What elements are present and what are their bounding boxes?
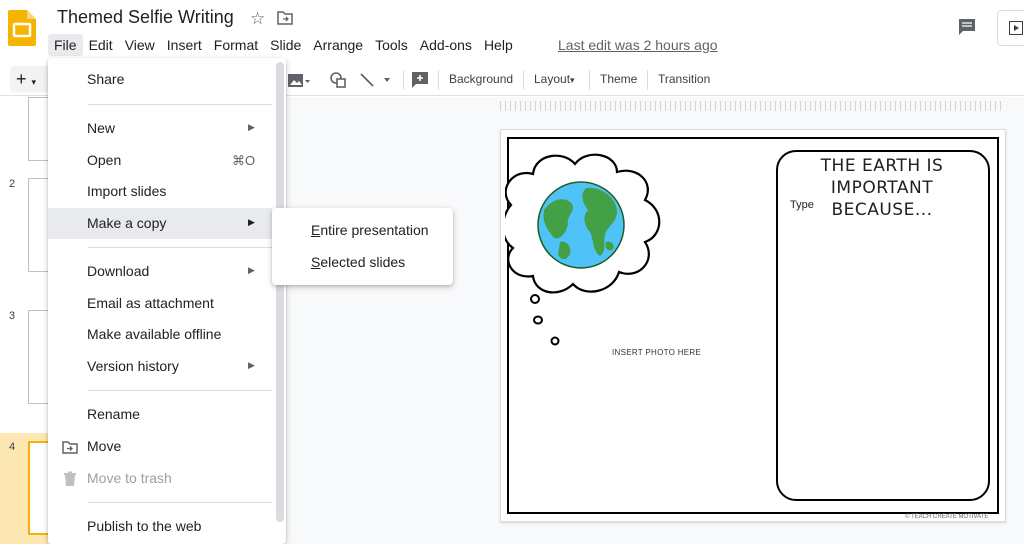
file-menu: Share New ▶ Open ⌘O Import slides Make a c… [48, 58, 286, 544]
menu-separator [88, 390, 272, 391]
submenu-arrow-icon: ▶ [248, 360, 255, 370]
theme-button[interactable]: Theme [600, 72, 637, 86]
menu-item-label-rest: elected slides [320, 254, 406, 270]
move-folder-icon [62, 441, 78, 454]
menu-separator [88, 247, 272, 248]
menu-item-label: Publish to the web [87, 518, 202, 534]
menu-arrange[interactable]: Arrange [307, 34, 369, 56]
photo-placeholder-text[interactable]: INSERT PHOTO HERE [612, 348, 701, 357]
present-icon [1009, 21, 1023, 35]
toolbar-divider [523, 70, 524, 90]
menu-scrollbar[interactable] [276, 62, 284, 522]
comment-icon[interactable] [957, 17, 977, 37]
present-button[interactable] [997, 10, 1024, 46]
card-text-placeholder[interactable]: Type [790, 199, 814, 211]
menu-separator [88, 104, 272, 105]
menu-insert[interactable]: Insert [161, 34, 208, 56]
mnemonic-letter: E [311, 222, 321, 238]
menu-item-label: Move [87, 438, 122, 454]
menu-item-download[interactable]: Download ▶ [48, 256, 272, 287]
chevron-down-icon: ▾ [31, 77, 37, 87]
document-title[interactable]: Themed Selfie Writing [57, 7, 234, 28]
menu-item-label: Download [87, 263, 150, 279]
shortcut-hint: ⌘O [232, 153, 256, 168]
slide-number: 2 [9, 178, 16, 190]
menu-slide[interactable]: Slide [264, 34, 307, 56]
ruler [500, 101, 1005, 111]
transition-button[interactable]: Transition [658, 72, 710, 86]
menu-item-move[interactable]: Move [48, 431, 272, 462]
menu-addons[interactable]: Add-ons [414, 34, 478, 56]
make-a-copy-submenu: Entire presentation Selected slides [272, 208, 453, 285]
menu-item-label: Entire presentation [311, 222, 429, 238]
menu-item-label-rest: ntire presentation [320, 222, 429, 238]
menu-item-label: New [87, 120, 116, 136]
menu-item-new[interactable]: New ▶ [48, 113, 272, 144]
menu-item-open[interactable]: Open ⌘O [48, 145, 272, 176]
background-button[interactable]: Background [449, 72, 513, 86]
menu-separator [88, 502, 272, 503]
menu-item-make-offline[interactable]: Make available offline [48, 319, 272, 350]
toolbar-divider [589, 70, 590, 90]
submenu-arrow-icon: ▶ [248, 217, 255, 227]
trash-icon [64, 471, 76, 486]
earth-icon [537, 181, 625, 269]
last-edit-link[interactable]: Last edit was 2 hours ago [558, 37, 718, 53]
menu-item-label: Rename [87, 406, 140, 422]
menu-item-label: Selected slides [311, 254, 405, 270]
menu-tools[interactable]: Tools [369, 34, 414, 56]
submenu-arrow-icon: ▶ [248, 265, 255, 275]
menu-item-label: Make a copy [87, 215, 167, 231]
card-title-line: THE EARTH IS IMPORTANT [820, 156, 944, 198]
menu-item-label: Open [87, 152, 122, 168]
toolbar-divider [403, 70, 404, 90]
menu-view[interactable]: View [119, 34, 161, 56]
menu-item-rename[interactable]: Rename [48, 399, 272, 430]
new-slide-button[interactable]: + ▾ [10, 66, 50, 92]
menu-bar: File Edit View Insert Format Slide Arran… [48, 34, 519, 56]
menu-item-email-attachment[interactable]: Email as attachment [48, 288, 272, 319]
star-icon[interactable]: ☆ [250, 9, 265, 29]
image-icon[interactable] [288, 73, 310, 89]
menu-item-move-to-trash[interactable]: Move to trash [48, 463, 272, 494]
submenu-item-entire-presentation[interactable]: Entire presentation [272, 215, 453, 246]
menu-item-label: Import slides [87, 183, 167, 199]
menu-item-label: Make available offline [87, 326, 222, 342]
menu-edit[interactable]: Edit [83, 34, 119, 56]
chevron-down-icon: ▾ [570, 75, 575, 85]
layout-button[interactable]: Layout▾ [534, 72, 575, 86]
menu-item-make-a-copy[interactable]: Make a copy ▶ [48, 208, 272, 239]
menu-item-label: Share [87, 71, 125, 87]
menu-item-label: Version history [87, 358, 179, 374]
add-comment-icon[interactable] [411, 71, 429, 89]
menu-file[interactable]: File [48, 34, 83, 56]
copyright-text: © TEACH CREATE MOTIVATE [905, 514, 989, 520]
menu-item-publish[interactable]: Publish to the web [48, 511, 272, 542]
menu-format[interactable]: Format [208, 34, 264, 56]
submenu-arrow-icon: ▶ [248, 122, 255, 132]
mnemonic-letter: S [311, 254, 321, 270]
menu-item-version-history[interactable]: Version history ▶ [48, 351, 272, 382]
card-title[interactable]: THE EARTH IS IMPORTANT BECAUSE... [784, 155, 980, 221]
line-icon[interactable] [360, 72, 394, 88]
shape-icon[interactable] [330, 72, 346, 88]
menu-help[interactable]: Help [478, 34, 519, 56]
move-to-folder-icon[interactable] [277, 11, 293, 25]
slides-logo-icon[interactable] [8, 10, 36, 46]
menu-item-label: Email as attachment [87, 295, 214, 311]
menu-item-share[interactable]: Share [48, 64, 272, 95]
slide-number: 3 [9, 310, 16, 322]
slide-number: 4 [9, 441, 16, 453]
menu-item-label: Move to trash [87, 470, 172, 486]
toolbar-divider [647, 70, 648, 90]
toolbar-divider [438, 70, 439, 90]
submenu-item-selected-slides[interactable]: Selected slides [272, 247, 453, 278]
menu-item-import-slides[interactable]: Import slides [48, 176, 272, 207]
